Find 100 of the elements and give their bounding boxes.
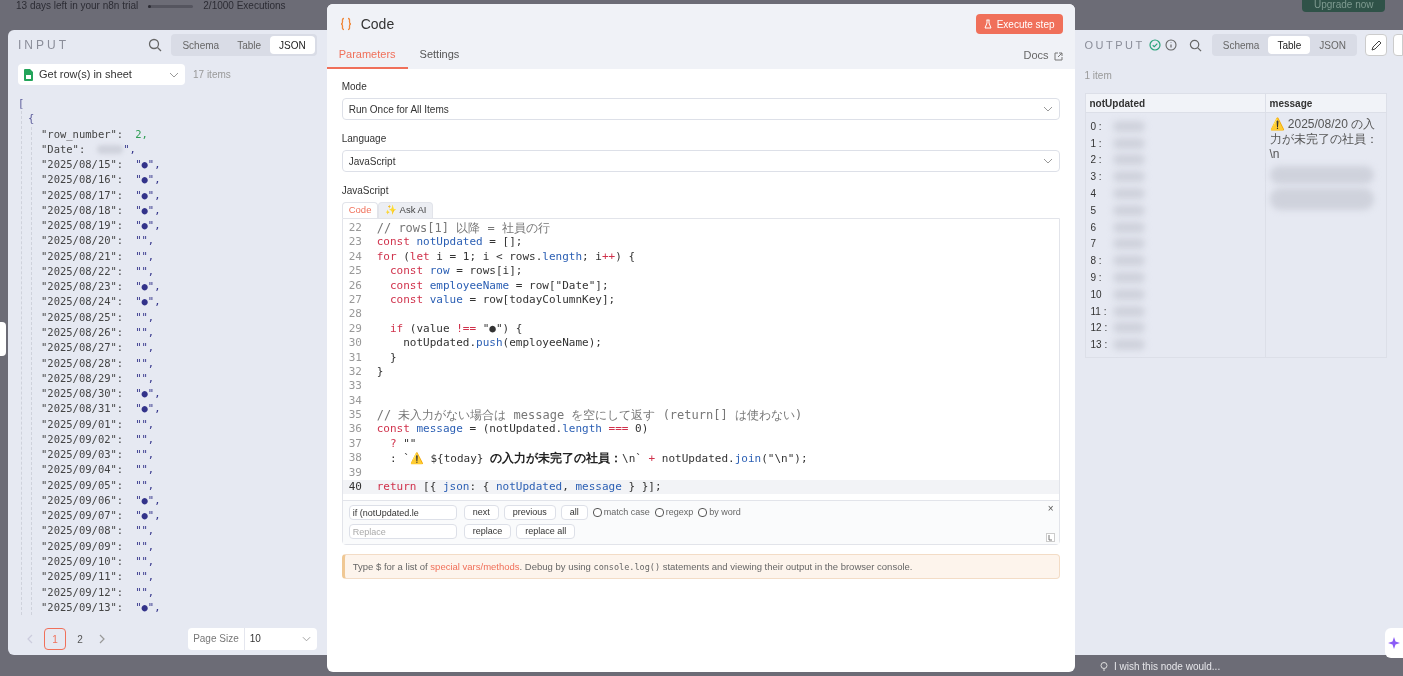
external-link-icon[interactable] — [1053, 52, 1063, 61]
line-number: 34 — [347, 393, 363, 409]
json-value: "●", — [135, 187, 161, 203]
json-key: "2025/08/17": — [41, 187, 124, 203]
hint-text: Type $ for a list of special vars/methods. Debug by using console.log() statements and viewing their output in the browser console. — [352, 559, 913, 574]
code-line: return [{ json: { notUpdated, message } }]; — [376, 480, 662, 495]
node-tab[interactable]: Settings — [407, 45, 472, 69]
page-size-select[interactable]: Page Size 10 — [188, 628, 317, 650]
view-tab[interactable]: JSON — [270, 36, 315, 54]
view-tab[interactable]: Schema — [173, 36, 229, 54]
json-key: "2025/09/13": — [41, 599, 124, 616]
code-line: for (let i = 1; i < rows.length; i++) { — [376, 249, 636, 265]
json-value: "●", — [135, 386, 161, 402]
json-key: "2025/09/12": — [41, 584, 124, 600]
checkbox[interactable] — [698, 508, 708, 518]
line-number: 37 — [347, 436, 363, 452]
line-number: 39 — [347, 465, 363, 481]
mode-select[interactable]: Run Once for All Items — [341, 98, 1060, 120]
line-number: 35 — [347, 408, 363, 423]
checkbox[interactable] — [654, 508, 664, 518]
checkbox[interactable] — [592, 508, 602, 518]
view-tab[interactable]: JSON — [1310, 36, 1355, 54]
find-field[interactable]: if (notUpdated.le — [348, 505, 457, 521]
json-value: "", — [135, 309, 155, 325]
array-index: 13 : — [1090, 338, 1109, 353]
json-key: "row_number": — [41, 126, 124, 142]
json-key: "2025/09/06": — [41, 492, 124, 509]
line-number: 31 — [347, 350, 363, 365]
assistant-button[interactable] — [1385, 628, 1403, 658]
json-key: "2025/09/11": — [41, 569, 124, 585]
json-key: "2025/08/19": — [41, 218, 124, 234]
close-button[interactable]: × — [1047, 501, 1054, 517]
code-editor[interactable] — [341, 218, 1060, 546]
lightbulb-icon — [1100, 661, 1108, 672]
search-panel-button[interactable]: previous — [503, 505, 556, 521]
json-value: "●", — [135, 599, 161, 615]
code-line: const value = row[todayColumnKey]; — [388, 292, 616, 308]
array-index: 8 : — [1090, 254, 1103, 269]
json-value: "●", — [135, 202, 161, 218]
code-line: notUpdated.push(employeeName); — [402, 336, 602, 351]
item-count: 17 items — [193, 68, 231, 82]
array-index: 3 : — [1090, 170, 1103, 185]
sheet-icon — [24, 68, 33, 81]
json-value: "", — [135, 523, 155, 539]
chevron-down-icon — [301, 636, 311, 642]
source-select[interactable]: Get row(s) in sheet — [18, 64, 185, 85]
line-number: 25 — [347, 264, 363, 279]
json-value: "●", — [135, 279, 161, 295]
json-value: "", — [135, 447, 155, 463]
editor-tab[interactable]: ✨ Ask AI — [378, 202, 434, 218]
json-key: "2025/08/23": — [41, 279, 124, 295]
array-index: 1 : — [1090, 136, 1103, 151]
search-panel-button[interactable]: replace all — [516, 524, 576, 540]
line-number: 29 — [347, 321, 363, 337]
search-panel-button[interactable]: next — [463, 505, 499, 521]
json-key: "2025/08/16": — [41, 172, 124, 188]
feedback-prompt[interactable]: I wish this node would... — [1114, 659, 1221, 674]
handle[interactable] — [0, 322, 6, 356]
trial-text: 13 days left in your n8n trial — [16, 0, 139, 12]
edit-button[interactable] — [1365, 34, 1387, 56]
toggle-icon[interactable] — [1045, 533, 1055, 543]
search-panel-button[interactable]: replace — [463, 524, 512, 540]
json-key: "2025/08/30": — [41, 386, 124, 402]
code-line: const message = (notUpdated.length === 0) — [376, 422, 649, 437]
json-key: "2025/09/03": — [41, 447, 124, 463]
search-panel-button[interactable]: all — [560, 505, 588, 521]
field-label: Mode — [341, 80, 368, 94]
check-circle-icon — [1148, 39, 1161, 51]
page-button[interactable]: 2 — [72, 628, 88, 650]
option-label: match case — [603, 506, 650, 520]
panel-title: OUTPUT — [1084, 37, 1145, 53]
chevron-right-icon[interactable] — [98, 634, 106, 644]
item-count: 1 item — [1084, 69, 1113, 83]
array-index: 0 : — [1090, 119, 1103, 134]
json-value: "●", — [135, 401, 161, 417]
search-icon[interactable] — [1188, 38, 1202, 52]
view-tab[interactable]: Table — [1268, 36, 1311, 54]
json-value: "", — [135, 431, 155, 447]
docs-link[interactable]: Docs — [1023, 46, 1049, 63]
info-icon[interactable] — [1164, 39, 1177, 51]
language-select[interactable]: JavaScript — [341, 150, 1060, 172]
json-key: "2025/08/26": — [41, 325, 124, 341]
array-index: 11 : — [1090, 304, 1108, 319]
json-value: "●", — [135, 294, 161, 310]
line-number: 24 — [347, 249, 363, 265]
json-value: "", — [135, 263, 155, 279]
json-value: "", — [135, 462, 155, 478]
replace-field[interactable]: Replace — [348, 524, 457, 540]
array-index: 12 : — [1090, 321, 1109, 336]
chevron-down-icon — [169, 71, 179, 78]
json-key: "2025/08/20": — [41, 233, 124, 249]
braces-icon — [338, 17, 353, 31]
json-key: "Date": — [41, 141, 86, 158]
json-value: 2, — [135, 126, 148, 142]
search-icon[interactable] — [148, 38, 163, 52]
view-tab[interactable]: Table — [228, 36, 271, 54]
line-number: 38 — [347, 451, 363, 466]
sparkle-icon — [1388, 637, 1400, 649]
view-tab[interactable]: Schema — [1213, 36, 1269, 54]
line-number: 22 — [347, 221, 363, 236]
